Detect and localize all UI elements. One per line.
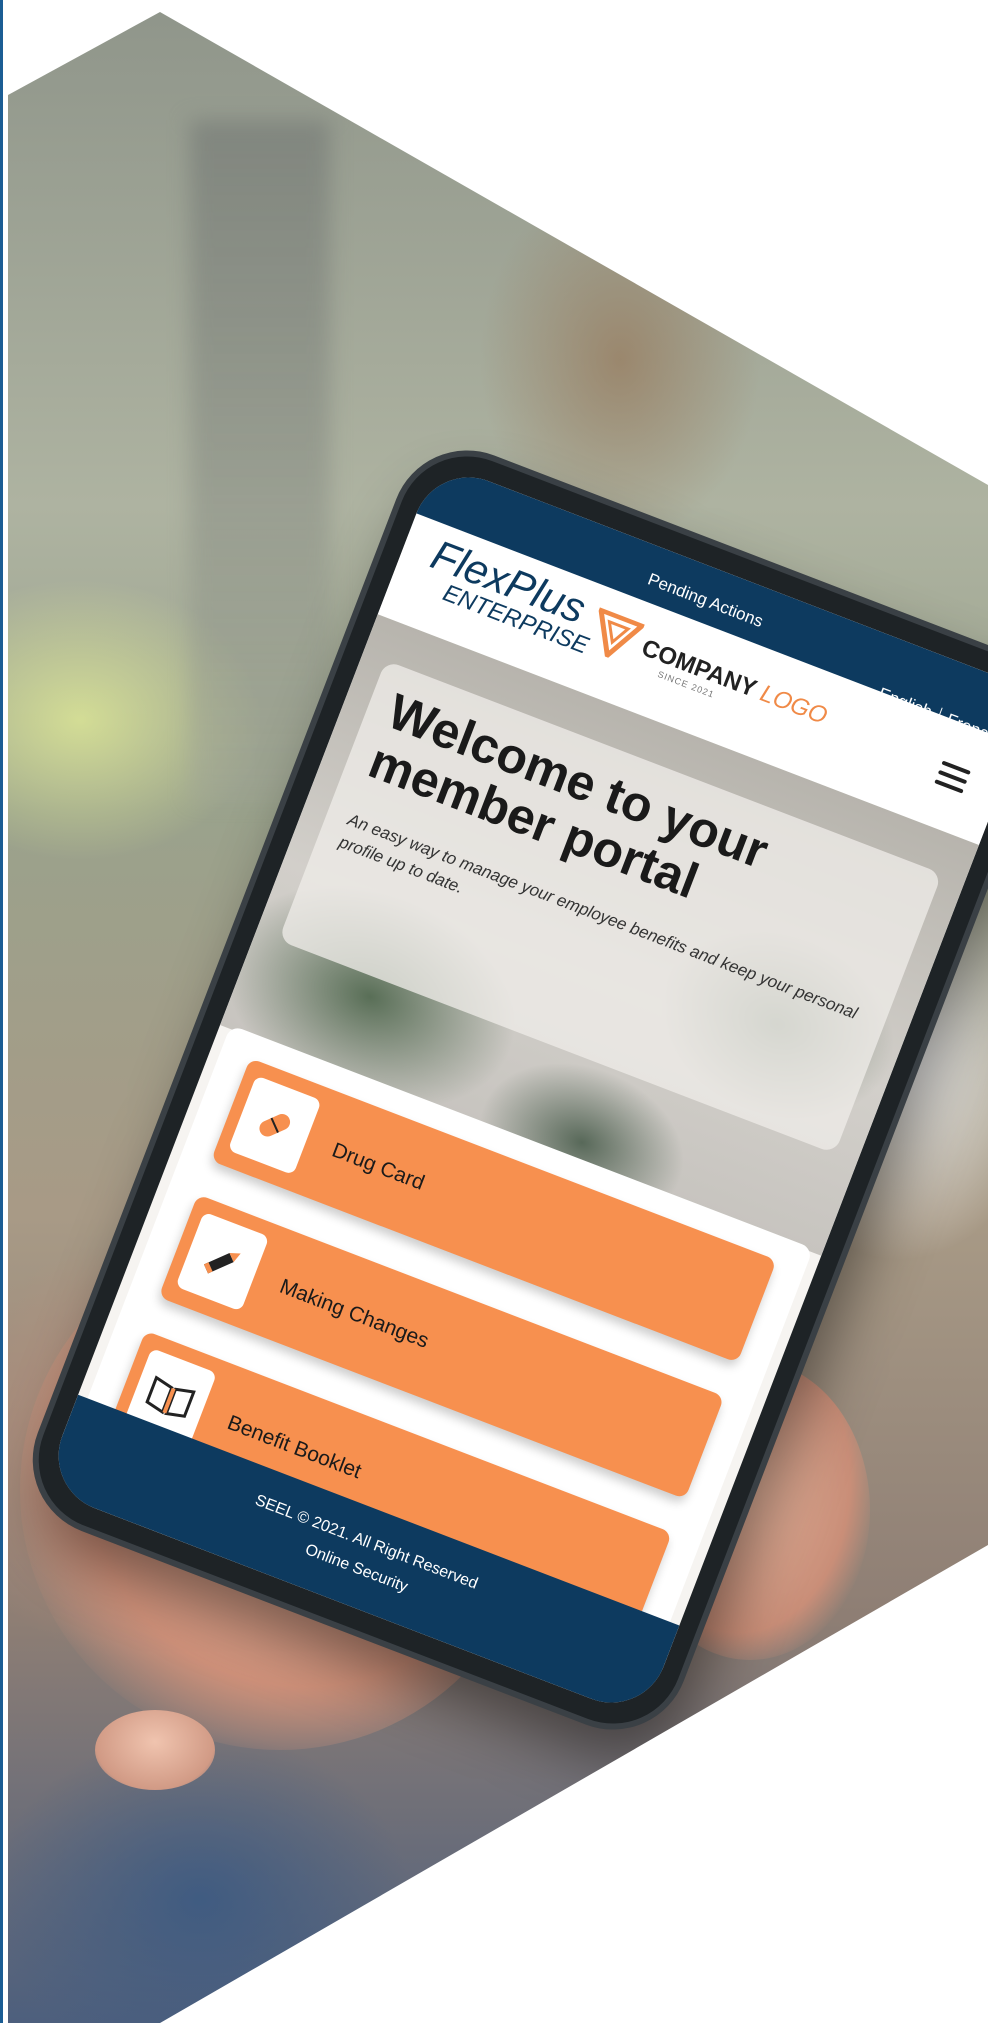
left-border [0,0,3,2023]
action-label: Drug Card [328,1138,428,1195]
photo-scene: Pending Actions EnglishFrench FlexPlus E… [8,12,988,2023]
pencil-icon [175,1211,270,1312]
background-window [190,120,330,800]
logo-word: LOGO [756,679,831,730]
thumb [95,1710,215,1790]
action-label: Making Changes [276,1274,432,1353]
pill-icon [227,1075,322,1176]
hamburger-menu-icon[interactable] [932,760,971,799]
